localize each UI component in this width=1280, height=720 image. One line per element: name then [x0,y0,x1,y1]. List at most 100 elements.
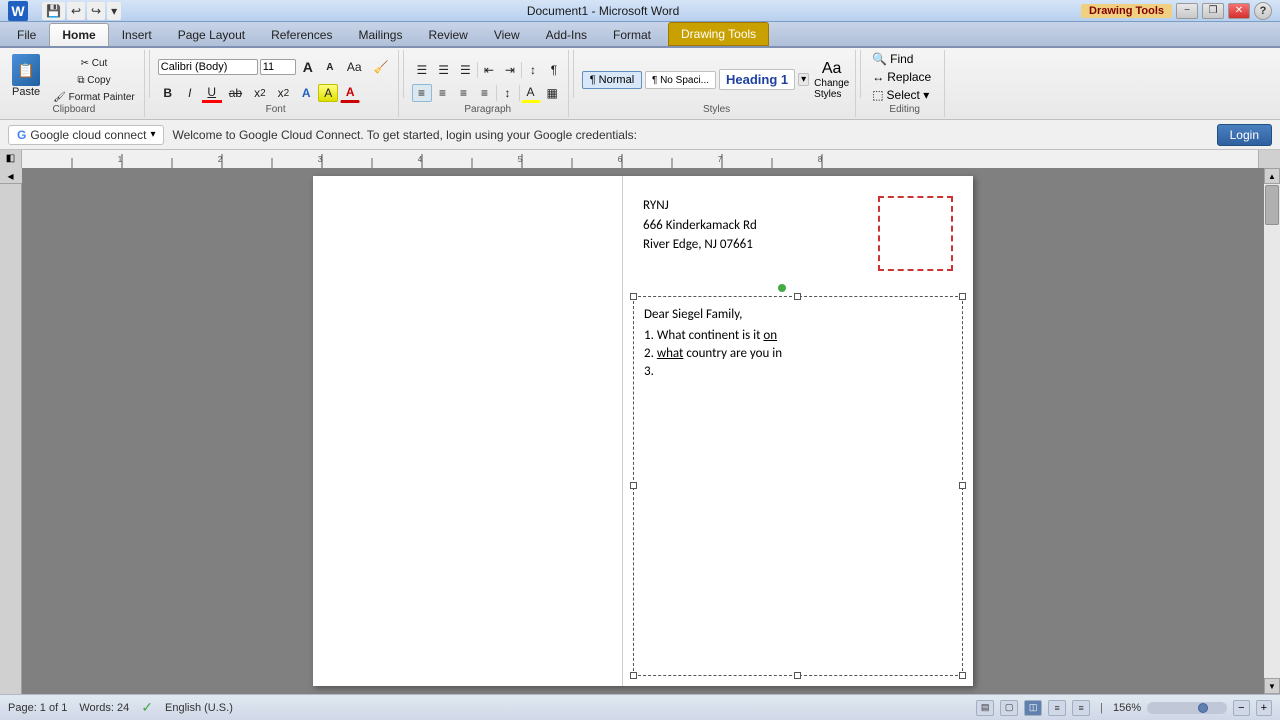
highlight-button[interactable]: A [318,84,338,102]
align-right-button[interactable]: ≡ [454,84,474,102]
scroll-down-button[interactable]: ▼ [1264,678,1280,694]
zoom-out-button[interactable]: − [1233,700,1249,716]
paste-button[interactable]: 📋 Paste [8,52,44,100]
editing-group: 🔍 Find ↔ Replace ⬚ Select ▾ Editing [865,50,945,117]
bullets-button[interactable]: ☰ [412,61,433,79]
login-button[interactable]: Login [1217,124,1272,146]
tab-page-layout[interactable]: Page Layout [165,23,258,46]
list-num-3: 3. [644,364,654,379]
shading-button[interactable]: A [521,83,541,103]
bold-button[interactable]: B [158,84,178,102]
close-button[interactable]: ✕ [1228,3,1250,19]
ruler: ◧ 1 2 3 4 5 6 7 8 [0,150,1280,168]
handle-top-left[interactable] [630,293,637,300]
svg-text:7: 7 [718,155,723,164]
handle-top-right[interactable] [959,293,966,300]
title-bar-left: W 💾 ↩ ↪ ▾ [8,0,125,22]
right-scrollbar: ▲ ▼ [1264,168,1280,694]
style-no-spacing[interactable]: ¶ No Spaci... [645,71,716,89]
text-effects-button[interactable]: A [296,84,316,102]
status-bar: Page: 1 of 1 Words: 24 ✓ English (U.S.) … [0,694,1280,720]
tab-file[interactable]: File [4,23,49,46]
multilevel-list-button[interactable]: ☰ [455,61,476,79]
increase-indent-button[interactable]: ⇥ [500,61,520,79]
view-print-layout[interactable]: ▤ [976,700,994,716]
grow-font-button[interactable]: A [298,57,318,77]
decrease-indent-button[interactable]: ⇤ [479,61,499,79]
handle-middle-right[interactable] [959,482,966,489]
font-color-button[interactable]: A [340,83,360,103]
view-full-screen[interactable]: ▢ [1000,700,1018,716]
handle-top-center[interactable] [794,293,801,300]
restore-button[interactable]: ❐ [1202,3,1224,19]
align-left-button[interactable]: ≡ [412,84,432,102]
tab-drawing-tools[interactable]: Drawing Tools [668,22,769,46]
save-button[interactable]: 💾 [42,2,65,20]
font-name-input[interactable] [158,59,258,75]
tab-insert[interactable]: Insert [109,23,165,46]
change-styles-label: ChangeStyles [814,78,849,100]
tab-home[interactable]: Home [49,23,108,46]
zoom-thumb[interactable] [1198,703,1208,713]
qat-customize-button[interactable]: ▾ [107,2,121,20]
rotation-handle[interactable] [778,284,786,292]
align-center-button[interactable]: ≡ [433,84,453,102]
zoom-slider[interactable] [1147,702,1227,714]
superscript-button[interactable]: x2 [273,84,295,102]
spell-check-icon[interactable]: ✓ [141,699,153,716]
svg-text:2: 2 [218,155,223,164]
borders-button[interactable]: ▦ [542,84,563,102]
handle-middle-left[interactable] [630,482,637,489]
strikethrough-button[interactable]: ab [224,84,247,102]
copy-button[interactable]: ⧉ Copy [48,73,140,88]
italic-button[interactable]: I [180,84,200,102]
subscript-button[interactable]: x2 [249,84,271,102]
font-size-input[interactable] [260,59,296,75]
separator-1 [149,50,150,98]
salutation: Dear Siegel Family, [644,307,952,322]
view-outline[interactable]: ≡ [1048,700,1066,716]
style-normal[interactable]: ¶ Normal [582,71,642,89]
tab-references[interactable]: References [258,23,345,46]
tab-view[interactable]: View [481,23,533,46]
handle-bottom-left[interactable] [630,672,637,679]
justify-button[interactable]: ≡ [475,84,495,102]
tab-mailings[interactable]: Mailings [345,23,415,46]
left-scroll-up[interactable]: ◂ [0,168,22,184]
line-spacing-button[interactable]: ↕ [498,84,518,102]
google-bar-logo[interactable]: G Google cloud connect ▾ [8,125,164,145]
undo-button[interactable]: ↩ [67,2,85,20]
minimize-button[interactable]: − [1176,3,1198,19]
change-case-button[interactable]: Aa [342,58,367,76]
select-button[interactable]: ⬚ Select ▾ [869,87,934,103]
style-heading1[interactable]: Heading 1 [719,69,795,90]
scroll-up-button[interactable]: ▲ [1264,168,1280,184]
replace-button[interactable]: ↔ Replace [869,69,934,85]
numbering-button[interactable]: ☰ [433,61,454,79]
tab-add-ins[interactable]: Add-Ins [533,23,600,46]
zoom-in-button[interactable]: + [1256,700,1272,716]
view-web-layout[interactable]: ◫ [1024,700,1042,716]
handle-bottom-center[interactable] [794,672,801,679]
format-painter-button[interactable]: 🖌 Format Painter [48,90,140,105]
find-button[interactable]: 🔍 Find [869,51,934,67]
clear-format-button[interactable]: 🧹 [369,58,394,76]
change-styles-button[interactable]: Aa ChangeStyles [812,58,851,102]
show-marks-button[interactable]: ¶ [544,61,564,79]
handle-bottom-right[interactable] [959,672,966,679]
sort-button[interactable]: ↕ [523,61,543,79]
tab-review[interactable]: Review [415,23,480,46]
text-box[interactable]: Dear Siegel Family, 1. What continent is… [633,296,963,676]
svg-text:4: 4 [418,155,423,164]
list-text-1a: What continent is it [657,328,764,343]
styles-scroll-button[interactable]: ▾ [798,73,809,86]
redo-button[interactable]: ↪ [87,2,105,20]
tab-format[interactable]: Format [600,23,664,46]
scroll-thumb[interactable] [1265,185,1279,225]
help-button[interactable]: ? [1254,2,1272,20]
ruler-toggle-button[interactable]: ◧ [0,150,22,168]
shrink-font-button[interactable]: A [320,60,340,75]
view-draft[interactable]: ≡ [1072,700,1090,716]
cut-button[interactable]: ✂ Cut [48,56,140,71]
underline-button[interactable]: U [202,83,222,101]
